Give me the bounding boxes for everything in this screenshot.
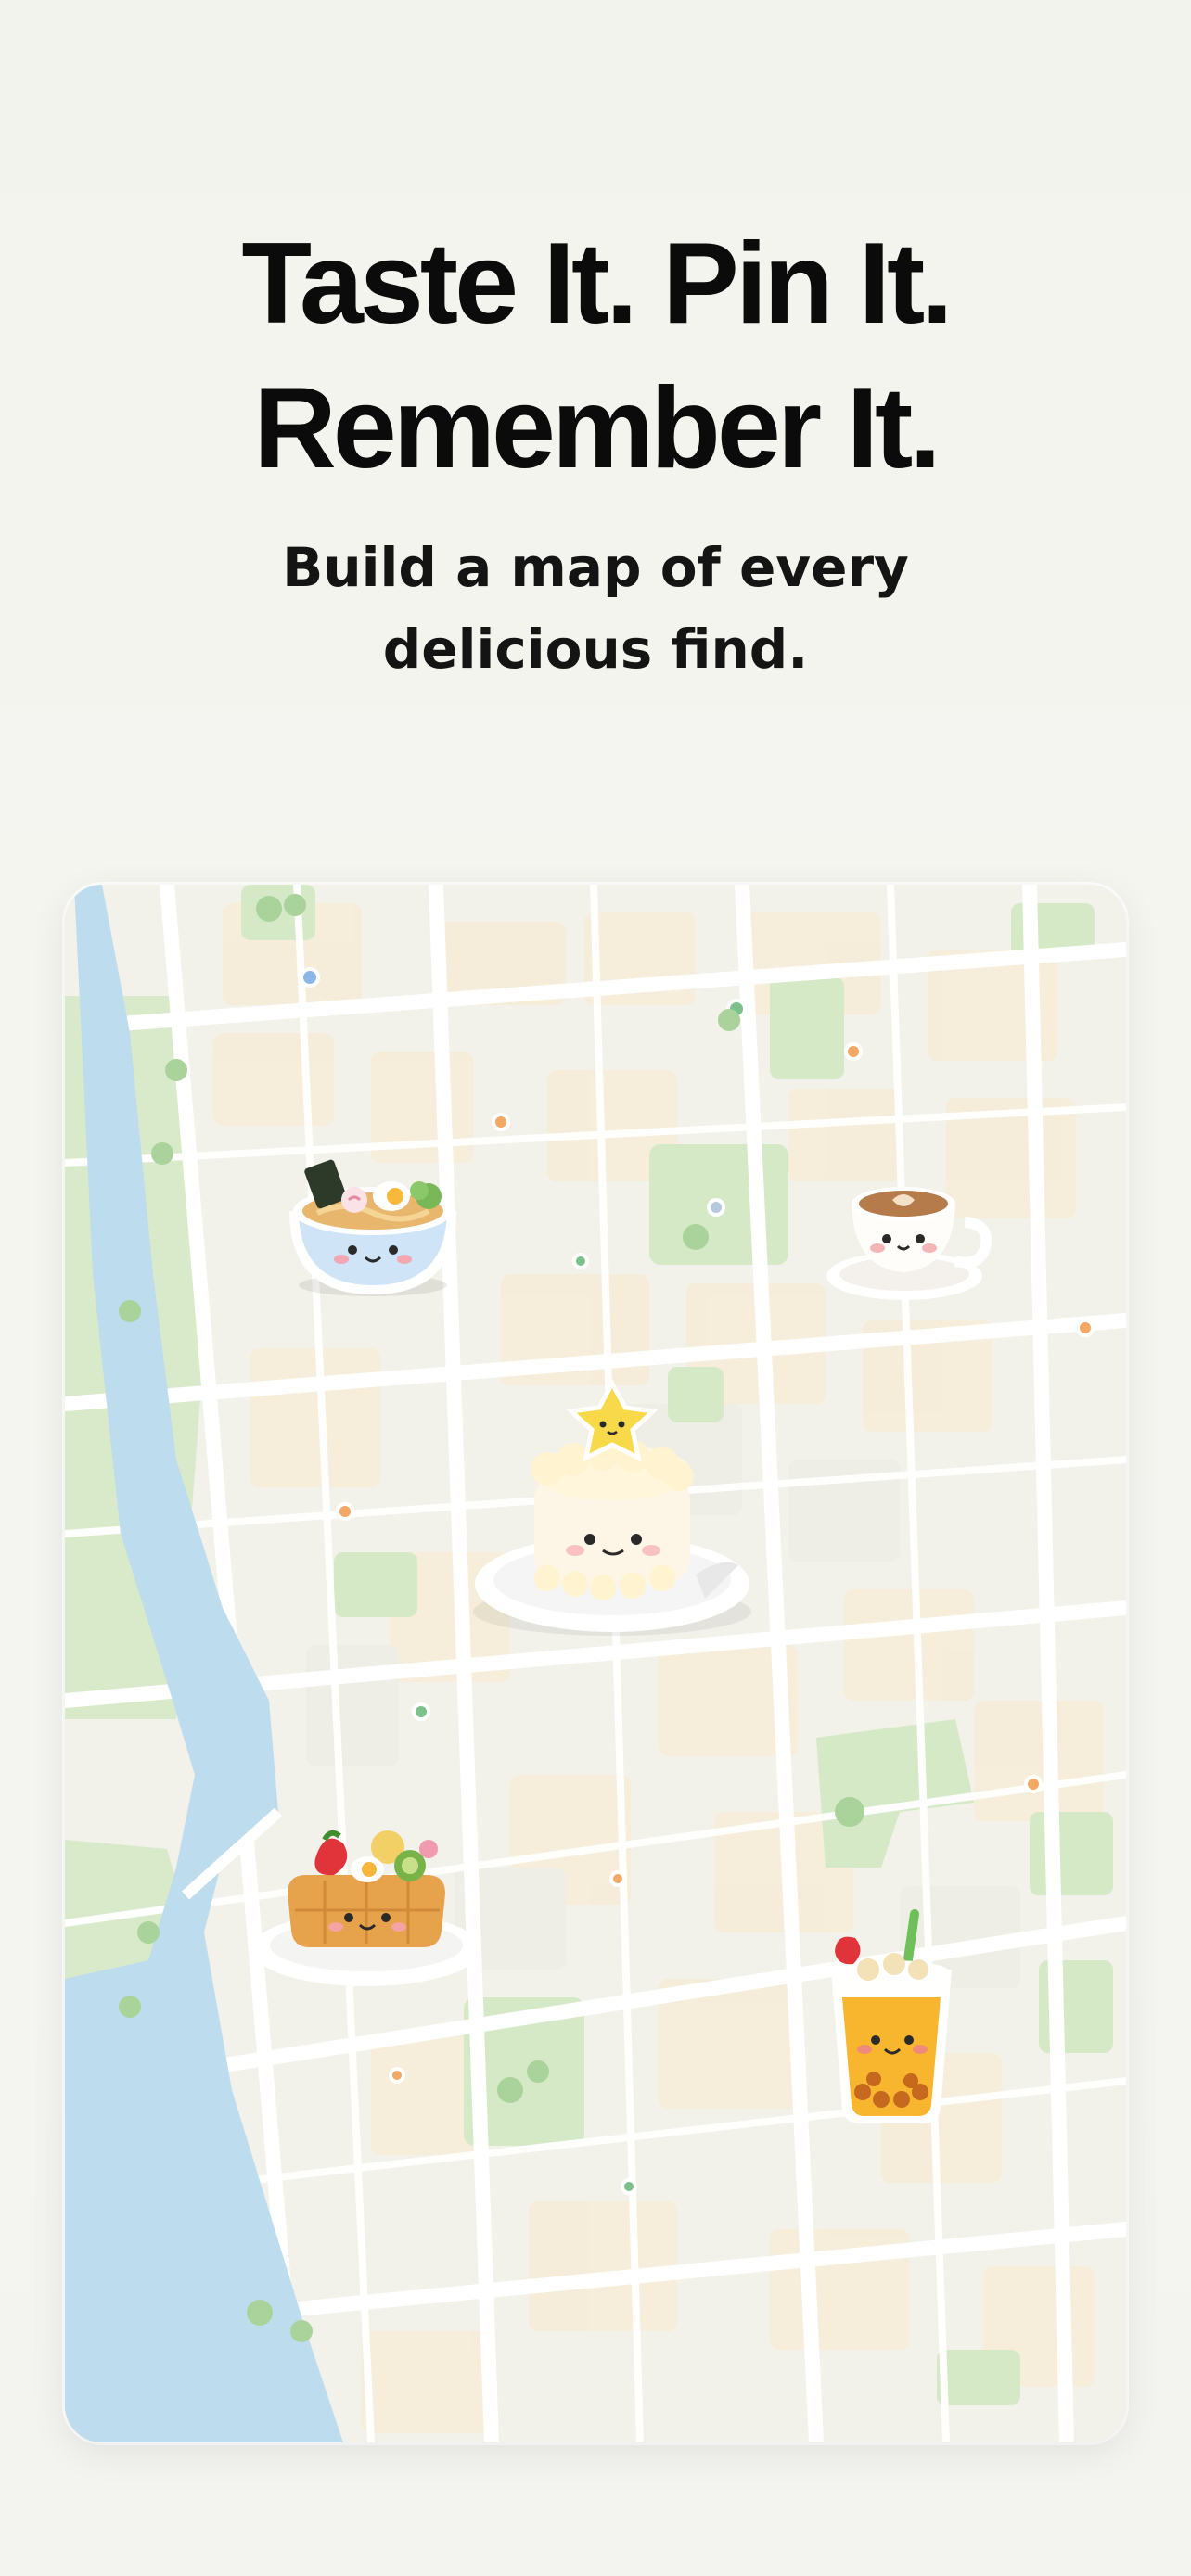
- food-map[interactable]: [65, 885, 1126, 2442]
- bubble-tea-pin[interactable]: [822, 1909, 961, 2127]
- headline-line-1: Taste It. Pin It.: [241, 220, 953, 348]
- subtitle-line-2: delicious find.: [382, 618, 809, 681]
- ramen-pin[interactable]: [280, 1146, 466, 1304]
- coffee-icon: [826, 1187, 992, 1300]
- ramen-icon: [289, 1159, 456, 1296]
- waffle-icon: [251, 1830, 481, 1986]
- headline: Taste It. Pin It. Remember It.: [0, 211, 1191, 501]
- map-background: [65, 885, 1126, 2442]
- subtitle: Build a map of every delicious find.: [0, 527, 1191, 690]
- cake-icon: [473, 1378, 751, 1636]
- cake-pin[interactable]: [473, 1378, 751, 1639]
- bubble-tea-icon: [831, 1909, 952, 2123]
- coffee-pin[interactable]: [826, 1176, 992, 1306]
- headline-line-2: Remember It.: [253, 364, 941, 492]
- waffle-pin[interactable]: [250, 1810, 482, 1986]
- subtitle-line-1: Build a map of every: [282, 536, 909, 599]
